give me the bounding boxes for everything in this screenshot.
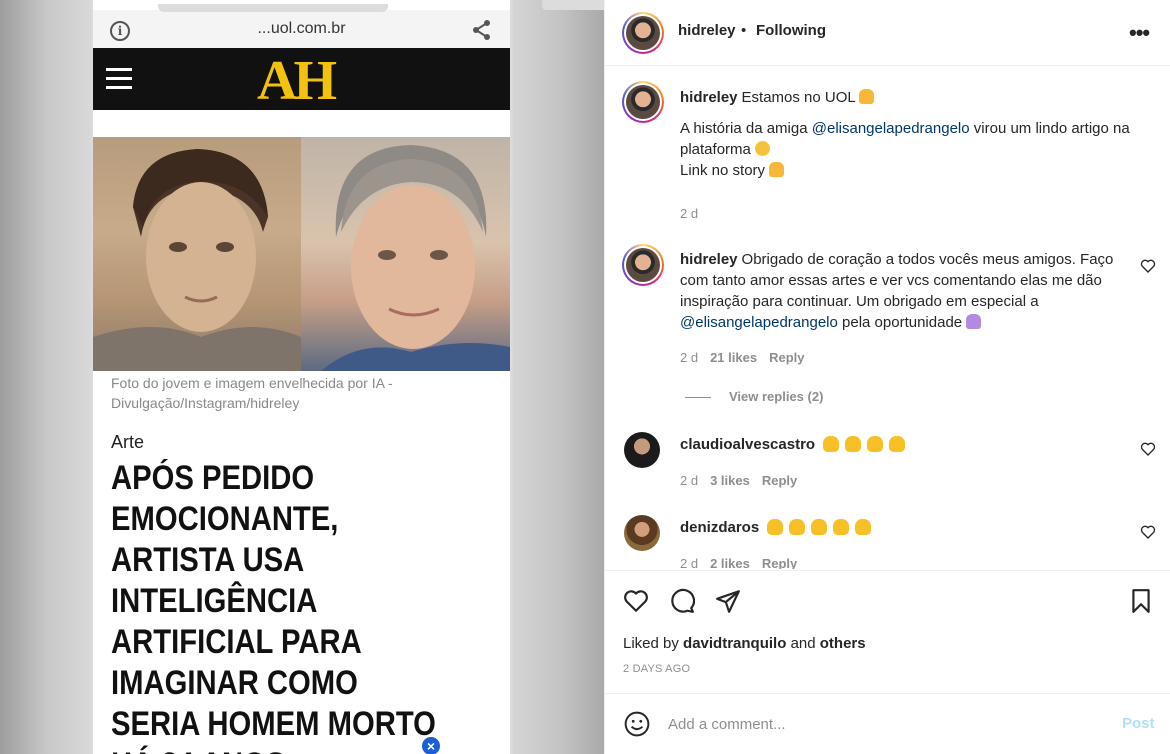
clapping-hands-icon (811, 519, 828, 535)
comment-username[interactable]: denizdaros (680, 519, 759, 536)
comment-meta: 2 d 21 likes Reply (680, 350, 804, 365)
post-caption: hidreley Estamos no UOL A história da ami… (680, 87, 1130, 181)
separator-dot: • (741, 22, 747, 39)
clapping-hands-icon (845, 436, 862, 452)
smile-icon (755, 141, 771, 156)
raising-hands-icon (769, 162, 785, 177)
add-comment-bar: Post (605, 693, 1170, 754)
clapping-hands-icon (833, 519, 850, 535)
clapping-hands-icon (855, 519, 872, 535)
window-strip (542, 0, 604, 10)
comment-body: Obrigado de coração a todos vocês meus a… (680, 251, 1114, 310)
share-icon (473, 20, 490, 40)
avatar[interactable] (622, 244, 664, 286)
comment-time[interactable]: 2 d (680, 350, 698, 365)
close-icon[interactable]: × (422, 737, 440, 754)
comment-time[interactable]: 2 d (680, 556, 698, 569)
raising-hands-icon (859, 89, 875, 104)
avatar[interactable] (624, 432, 660, 468)
photo-caption: Foto do jovem e imagem envelhecida por I… (111, 375, 393, 411)
share-icon[interactable] (715, 588, 741, 614)
comment-username[interactable]: hidreley (680, 251, 738, 268)
comment-meta: 2 d 2 likes Reply (680, 556, 797, 569)
post-timestamp[interactable]: 2 DAYS AGO (623, 663, 690, 675)
caption-line2-pre: A história da amiga (680, 120, 808, 137)
caption-username[interactable]: hidreley (680, 89, 738, 106)
comment-likes[interactable]: 2 likes (710, 556, 750, 569)
caption-time[interactable]: 2 d (680, 206, 698, 221)
clapping-hands-icon (867, 436, 884, 452)
reply-button[interactable]: Reply (769, 350, 804, 365)
mention-link[interactable]: @elisangelapedrangelo (812, 120, 970, 137)
comment-text: denizdaros (680, 517, 1130, 538)
comment-input[interactable] (668, 712, 1098, 736)
clapping-hands-icon (823, 436, 840, 452)
photo-young-man (93, 137, 301, 371)
author-username[interactable]: hidreley (678, 22, 736, 39)
comment-body-end: pela oportunidade (842, 314, 963, 331)
bookmark-icon[interactable] (1128, 588, 1154, 614)
article-category: Arte (111, 432, 145, 452)
site-header: AH (93, 48, 510, 112)
menu-icon (106, 68, 132, 90)
comment-text: hidreley Obrigado de coração a todos você… (680, 249, 1130, 333)
site-logo: AH (257, 50, 337, 112)
comment-username[interactable]: claudioalvescastro (680, 436, 815, 453)
liked-by-user-link[interactable]: davidtranquilo (683, 635, 786, 652)
caption-line1: Estamos no UOL (741, 89, 856, 106)
comments-list[interactable]: hidreley Estamos no UOL A história da ami… (605, 67, 1170, 569)
post-media: i ...uol.com.br AH Foto do jovem e image… (0, 0, 604, 754)
praying-hands-icon (966, 314, 982, 329)
avatar[interactable] (622, 81, 664, 123)
comment-icon[interactable] (669, 588, 695, 614)
browser-url-bar: i ...uol.com.br (93, 4, 510, 48)
reply-button[interactable]: Reply (762, 473, 797, 488)
url-bar-edge (158, 4, 388, 12)
follow-status-button[interactable]: Following (756, 22, 826, 39)
phone-screenshot: i ...uol.com.br AH Foto do jovem e image… (93, 0, 510, 754)
comment-time[interactable]: 2 d (680, 473, 698, 488)
liked-by-text: Liked by davidtranquilo and others (623, 635, 866, 652)
comment-likes[interactable]: 21 likes (710, 350, 757, 365)
mention-link[interactable]: @elisangelapedrangelo (680, 314, 838, 331)
clapping-hands-icon (789, 519, 806, 535)
like-comment-heart-icon[interactable] (1140, 524, 1156, 540)
comment-likes[interactable]: 3 likes (710, 473, 750, 488)
avatar[interactable] (622, 12, 664, 54)
clapping-hands-icon (767, 519, 784, 535)
post-header: hidreley • Following ••• (605, 0, 1170, 66)
comment-meta: 2 d 3 likes Reply (680, 473, 797, 488)
caption-line3: Link no story (680, 162, 766, 179)
view-replies-label: View replies (2) (729, 389, 824, 404)
url-text: ...uol.com.br (257, 20, 346, 37)
view-replies-button[interactable]: View replies (2) (685, 389, 823, 404)
liked-by-others-link[interactable]: others (820, 635, 866, 652)
more-icon[interactable]: ••• (1129, 20, 1150, 46)
comment-text: claudioalvescastro (680, 434, 1130, 455)
liked-by-and: and (790, 635, 816, 652)
post-side-panel: hidreley • Following ••• hidreley Estamos… (604, 0, 1170, 754)
liked-by-prefix: Liked by (623, 635, 679, 652)
like-comment-heart-icon[interactable] (1140, 258, 1156, 274)
article-headline: APÓS PEDIDO EMOCIONANTE, ARTISTA USA INT… (111, 459, 436, 754)
post-button[interactable]: Post (1122, 715, 1155, 732)
post-actions: Liked by davidtranquilo and others 2 DAY… (605, 570, 1170, 693)
like-comment-heart-icon[interactable] (1140, 441, 1156, 457)
emoji-icon[interactable] (624, 711, 650, 737)
like-heart-icon[interactable] (623, 588, 649, 614)
photo-aged-man (301, 137, 510, 371)
clapping-hands-icon (889, 436, 906, 452)
avatar[interactable] (624, 515, 660, 551)
reply-button[interactable]: Reply (762, 556, 797, 569)
